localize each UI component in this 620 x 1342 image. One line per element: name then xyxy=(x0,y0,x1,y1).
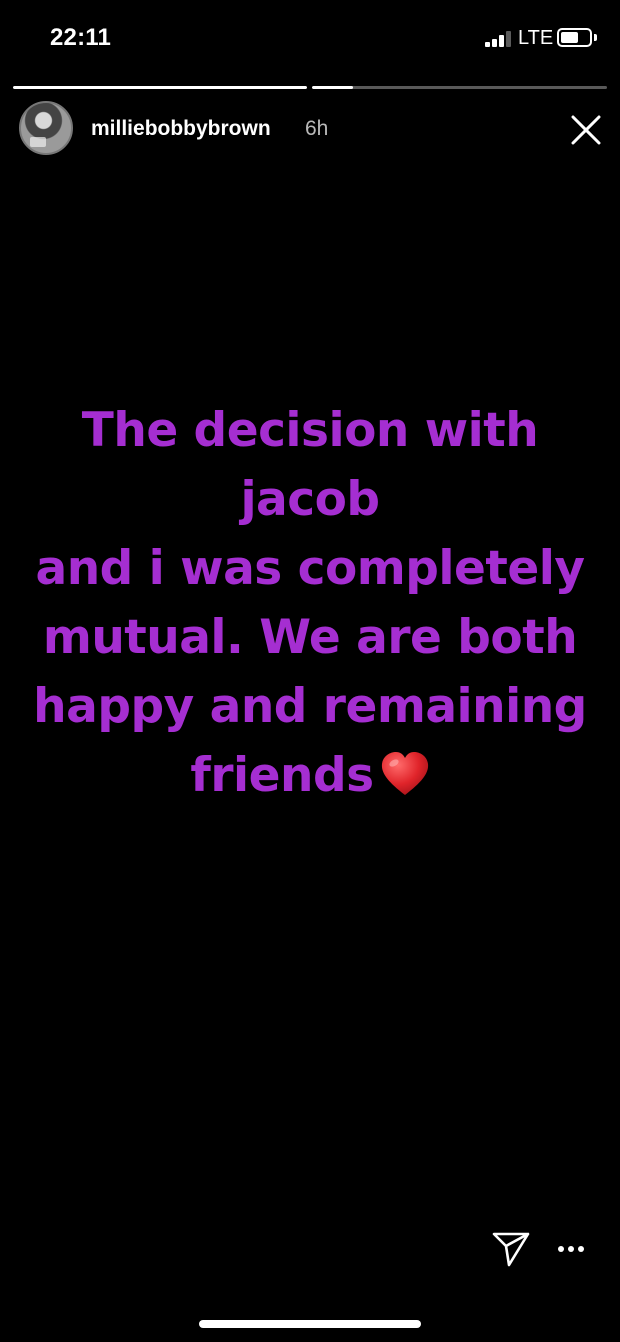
status-bar: 22:11 LTE xyxy=(0,0,620,76)
more-horizontal-icon xyxy=(568,1246,574,1252)
close-button[interactable] xyxy=(569,113,603,147)
more-horizontal-icon xyxy=(558,1246,564,1252)
story-header: milliebobbybrown 6h xyxy=(19,101,609,157)
progress-segment-fill xyxy=(312,86,354,89)
story-text-last-line: friends xyxy=(10,741,610,810)
more-options-button[interactable] xyxy=(556,1236,586,1260)
username[interactable]: milliebobbybrown xyxy=(91,117,271,141)
story-text: The decision with jacob and i was comple… xyxy=(10,396,610,810)
progress-segment-fill xyxy=(13,86,307,89)
story-text-line: and i was completely xyxy=(35,541,585,596)
heart-emoji xyxy=(381,752,428,795)
progress-segment xyxy=(13,86,307,89)
story-timestamp: 6h xyxy=(305,117,329,140)
story-text-line: friends xyxy=(190,748,374,803)
battery-icon xyxy=(557,28,592,47)
avatar[interactable] xyxy=(19,101,73,155)
paper-plane-icon xyxy=(492,1232,530,1267)
cellular-signal-icon xyxy=(485,31,511,47)
progress-segment xyxy=(312,86,607,89)
more-horizontal-icon xyxy=(578,1246,584,1252)
network-type: LTE xyxy=(518,27,554,49)
close-icon xyxy=(571,115,601,145)
story-progress xyxy=(13,86,607,89)
battery-cap xyxy=(594,34,597,41)
home-indicator[interactable] xyxy=(199,1320,421,1328)
story-text-line: The decision with jacob xyxy=(81,403,539,527)
story-text-line: happy and remaining xyxy=(33,679,587,734)
send-button[interactable] xyxy=(491,1228,531,1268)
story-text-line: mutual. We are both xyxy=(42,610,578,665)
status-time: 22:11 xyxy=(50,24,112,51)
battery-level xyxy=(561,32,578,43)
